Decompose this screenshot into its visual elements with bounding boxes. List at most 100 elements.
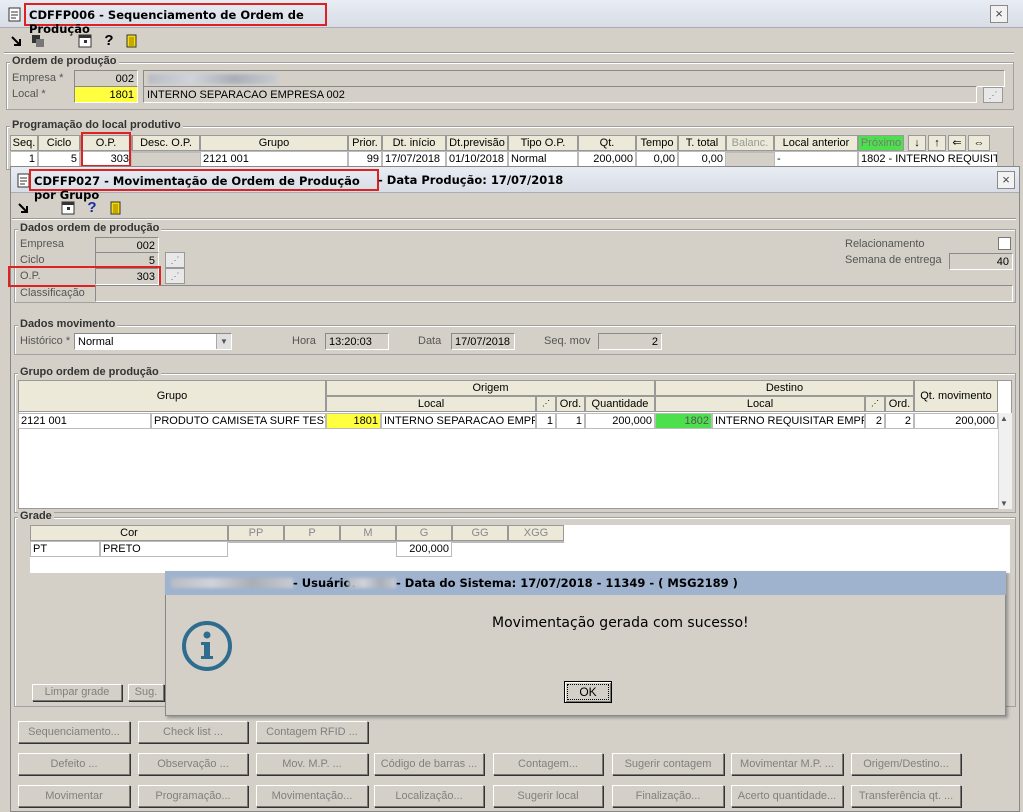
calendar-icon[interactable] [77,33,93,49]
grade-h-m: M [340,525,396,541]
grupo-c-grupo: 2121 001 [18,413,151,429]
arrow-down-button[interactable]: ↓ [908,135,926,151]
local-lookup-button[interactable]: ⋰ [983,87,1003,103]
grupo-scrollbar[interactable]: ▲ ▼ [998,413,1012,509]
grupo-c-dest-local: 1802 [655,413,712,429]
movimenta-o-button[interactable]: Movimentação... [256,785,368,807]
door-exit-icon[interactable] [108,200,124,216]
acerto-quantidade-button[interactable]: Acerto quantidade... [731,785,843,807]
grade-h-xgg: XGG [508,525,564,541]
origem-destino-button[interactable]: Origem/Destino... [851,753,961,775]
win2-divider [12,218,1016,220]
mov-m-p-button[interactable]: Mov. M.P. ... [256,753,368,775]
win2-title-suffix: - Data Produção: 17/07/2018 [378,173,564,187]
grupo-c-dest-ord: 2 [885,413,914,429]
grade-c-g[interactable]: 200,000 [396,541,452,557]
prog-h-local-anterior: Local anterior [774,135,858,151]
empresa-field: 002 [74,70,138,87]
local-label: Local * [12,88,46,100]
grade-c-xgg[interactable] [508,541,564,543]
programa-o-button[interactable]: Programação... [138,785,248,807]
win1-prog-legend: Programação do local produtivo [10,119,183,131]
dados-mov-legend: Dados movimento [18,318,118,330]
contagem-button[interactable]: Contagem... [493,753,603,775]
help-icon[interactable]: ? [84,199,100,216]
arrow-both-button[interactable]: ⇔ [968,135,990,151]
win1-close-button[interactable]: × [990,5,1008,23]
op-ciclo-label: Ciclo [20,254,45,266]
prog-c-proximo: 1802 - INTERNO REQUISITA [858,151,998,167]
finaliza-o-button[interactable]: Finalização... [612,785,724,807]
help-icon[interactable]: ? [101,32,117,49]
prog-h-dtinicio: Dt. início [382,135,446,151]
relacionamento-checkbox[interactable] [998,237,1011,250]
c-digo-de-barras-button[interactable]: Código de barras ... [374,753,484,775]
dialog-titlebar: - Usuário: - Data do Sistema: 17/07/2018… [165,571,1006,595]
prog-c-prior: 99 [348,151,382,167]
localiza-o-button[interactable]: Localização... [374,785,484,807]
op-lookup-button[interactable]: ⋰ [165,268,185,284]
sug-button[interactable]: Sug. [128,684,164,701]
op-classificacao-label: Classificação [20,287,85,299]
grupo-h-orig-local: Local [326,396,536,412]
win1-op-highlight [81,132,131,167]
exit-arrow-icon[interactable] [15,200,31,216]
grade-c-gg[interactable] [452,541,508,543]
exit-arrow-icon[interactable] [8,33,24,49]
prog-table-row[interactable]: 1 5 303 2121 001 99 17/07/2018 01/10/201… [10,151,1010,167]
grade-legend: Grade [18,510,54,522]
historico-select[interactable]: Normal ▼ [74,333,232,350]
scroll-down-icon[interactable]: ▼ [1000,499,1008,508]
grupo-h-orig-n: ⋰ [536,396,556,412]
empresa-name-redacted [148,74,278,84]
grade-c-p[interactable] [284,541,340,543]
grupo-h-orig-ord: Ord. [556,396,585,412]
prog-table-header: Seq. Ciclo O.P. Desc. O.P. Grupo Prior. … [10,135,1010,151]
observa-o-button[interactable]: Observação ... [138,753,248,775]
chevron-down-icon[interactable]: ▼ [216,334,231,349]
grupo-h-dest-local: Local [655,396,865,412]
prog-c-ttotal: 0,00 [678,151,726,167]
transfer-ncia-qt-button[interactable]: Transferência qt. ... [851,785,961,807]
sugerir-local-button[interactable]: Sugerir local [493,785,603,807]
sugerir-contagem-button[interactable]: Sugerir contagem [612,753,724,775]
grade-c-pp[interactable] [228,541,284,543]
grade-c-code: PT [30,541,100,557]
grade-c-m[interactable] [340,541,396,543]
check-list-button[interactable]: Check list ... [138,721,248,743]
arrow-left-button[interactable]: ⇐ [948,135,966,151]
local-field[interactable]: 1801 [74,86,138,103]
scroll-up-icon[interactable]: ▲ [1000,414,1008,423]
op-empresa-label: Empresa [20,238,65,250]
prog-c-tipo: Normal [508,151,578,167]
dialog-ok-button[interactable]: OK [564,681,612,703]
movimentar-button[interactable]: Movimentar [18,785,130,807]
door-exit-icon[interactable] [124,33,140,49]
grupo-h-grupo: Grupo [18,380,326,412]
prog-c-local-anterior: - [774,151,858,167]
copy-icon[interactable] [30,33,46,49]
ciclo-lookup-button[interactable]: ⋰ [165,252,185,268]
defeito-button[interactable]: Defeito ... [18,753,130,775]
dados-op-legend: Dados ordem de produção [18,222,162,234]
sequenciamento-button[interactable]: Sequenciamento... [18,721,130,743]
grade-c-name: PRETO [100,541,228,557]
hora-label: Hora [292,335,316,347]
grupo-table-row[interactable]: 2121 001 PRODUTO CAMISETA SURF TESTE 180… [18,413,998,429]
empresa-label: Empresa * [12,72,64,84]
movimentar-m-p-button[interactable]: Movimentar M.P. ... [731,753,843,775]
grupo-c-produto: PRODUTO CAMISETA SURF TESTE [151,413,326,429]
grupo-h-quantidade: Quantidade [585,396,655,412]
arrow-up-button[interactable]: ↑ [928,135,946,151]
prog-h-ciclo: Ciclo [38,135,80,151]
contagem-rfid-button[interactable]: Contagem RFID ... [256,721,368,743]
dialog-message: Movimentação gerada com sucesso! [492,615,749,631]
prog-c-desc [132,151,200,153]
hora-field: 13:20:03 [325,333,389,350]
win2-close-button[interactable]: × [997,171,1015,189]
limpar-grade-button[interactable]: Limpar grade [32,684,122,701]
prog-h-ttotal: T. total [678,135,726,151]
grade-h-cor: Cor [30,525,228,541]
data-field: 17/07/2018 [451,333,515,350]
calendar-icon[interactable] [60,200,76,216]
